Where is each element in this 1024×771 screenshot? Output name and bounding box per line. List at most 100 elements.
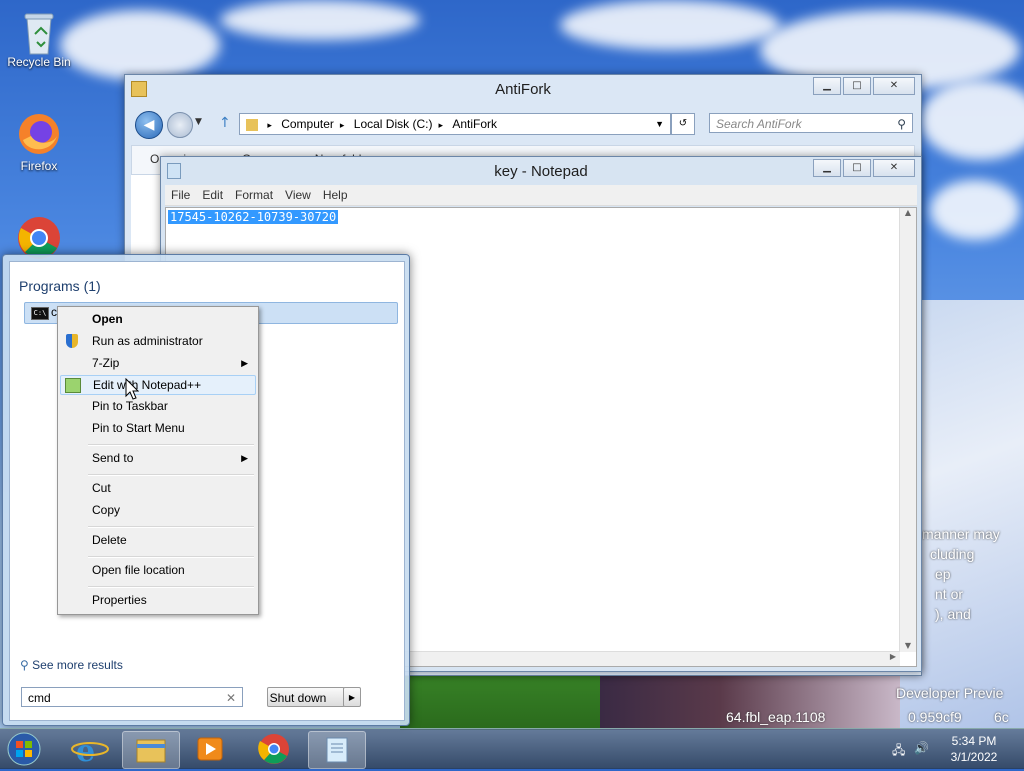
see-more-label: See more results bbox=[32, 658, 123, 672]
watermark-build-2: 64.fbl_eap.1108 bbox=[726, 709, 826, 725]
ctx-separator bbox=[88, 556, 254, 558]
ctx-properties-label: Properties bbox=[92, 593, 147, 607]
ctx-edit-notepadpp-label: Edit with Notepad++ bbox=[93, 378, 202, 392]
minimize-button[interactable]: ▁ bbox=[813, 77, 841, 95]
watermark-build-4: 6c bbox=[994, 709, 1009, 725]
scroll-down-icon[interactable]: ▼ bbox=[900, 641, 916, 650]
close-button[interactable]: ✕ bbox=[873, 159, 915, 177]
cmd-icon: C:\ bbox=[31, 307, 49, 320]
firefox-icon bbox=[17, 112, 61, 156]
scroll-up-icon[interactable]: ▲ bbox=[900, 208, 916, 217]
ctx-7zip-label: 7-Zip bbox=[92, 356, 120, 370]
search-input[interactable]: Search AntiFork ⚲ bbox=[709, 113, 913, 133]
menu-help[interactable]: Help bbox=[317, 185, 354, 205]
watermark-text-2: cluding bbox=[930, 546, 975, 562]
ctx-open[interactable]: Open bbox=[60, 309, 256, 329]
ctx-cut-label: Cut bbox=[92, 481, 111, 495]
menu-edit[interactable]: Edit bbox=[196, 185, 229, 205]
ctx-open-file-location-label: Open file location bbox=[92, 563, 185, 577]
notepad-titlebar[interactable]: key - Notepad ▁ □ ✕ bbox=[161, 157, 921, 185]
watermark-text-5: ), and bbox=[935, 606, 971, 622]
mouse-cursor bbox=[125, 377, 140, 403]
uac-shield-icon bbox=[66, 334, 78, 348]
shutdown-options-arrow[interactable]: ▶ bbox=[343, 687, 361, 707]
desktop-recycle-bin[interactable]: Recycle Bin bbox=[4, 8, 74, 69]
see-more-results-link[interactable]: ⚲ See more results bbox=[20, 658, 123, 672]
history-dropdown[interactable]: ▼ bbox=[195, 117, 202, 127]
start-search-input[interactable]: cmd ✕ bbox=[21, 687, 243, 707]
ctx-send-to-label: Send to bbox=[92, 451, 134, 465]
ctx-pin-start-label: Pin to Start Menu bbox=[92, 421, 185, 435]
watermark-text-4: nt or bbox=[935, 586, 964, 602]
ctx-send-to[interactable]: Send to ▶ bbox=[60, 448, 256, 468]
start-search-value: cmd bbox=[28, 691, 51, 705]
chrome-icon bbox=[258, 734, 289, 764]
ctx-7zip[interactable]: 7-Zip ▶ bbox=[60, 353, 256, 373]
notepad-selected-text[interactable]: 17545-10262-10739-30720 bbox=[168, 210, 339, 224]
up-arrow-icon[interactable]: ↑ bbox=[219, 115, 231, 131]
back-button[interactable]: ◀ bbox=[135, 111, 163, 139]
ctx-cut[interactable]: Cut bbox=[60, 478, 256, 498]
shutdown-label: Shut down bbox=[269, 691, 327, 705]
taskbar-ie[interactable]: e bbox=[62, 731, 118, 769]
explorer-titlebar[interactable]: AntiFork ▁ □ ✕ bbox=[125, 75, 921, 103]
ctx-separator bbox=[88, 526, 254, 528]
ctx-open-file-location[interactable]: Open file location bbox=[60, 560, 256, 580]
close-button[interactable]: ✕ bbox=[873, 77, 915, 95]
breadcrumb-antifork[interactable]: AntiFork bbox=[452, 117, 497, 131]
start-orb-icon bbox=[7, 732, 41, 766]
system-clock[interactable]: 5:34 PM 3/1/2022 bbox=[946, 733, 1002, 765]
watermark-build-1: Developer Previe bbox=[896, 685, 1004, 701]
taskbar-notepad[interactable] bbox=[308, 731, 366, 769]
ctx-edit-notepadpp[interactable]: Edit with Notepad++ bbox=[60, 375, 256, 395]
ctx-pin-taskbar[interactable]: Pin to Taskbar bbox=[60, 396, 256, 416]
menu-format[interactable]: Format bbox=[229, 185, 279, 205]
address-bar[interactable]: ▸ Computer ▸ Local Disk (C:) ▸ AntiFork ▼ bbox=[239, 113, 671, 135]
menu-file[interactable]: File bbox=[165, 185, 196, 205]
windows-explorer-icon bbox=[136, 739, 166, 763]
ctx-separator bbox=[88, 444, 254, 446]
search-placeholder: Search AntiFork bbox=[716, 117, 802, 131]
address-dropdown-icon[interactable]: ▼ bbox=[655, 114, 664, 134]
ctx-run-as-admin-label: Run as administrator bbox=[92, 334, 203, 348]
clear-search-icon[interactable]: ✕ bbox=[226, 688, 236, 708]
forward-button[interactable] bbox=[167, 112, 193, 138]
watermark-build-3: 0.959cf9 bbox=[908, 709, 962, 725]
firefox-label: Firefox bbox=[20, 159, 58, 173]
notepad-menubar: File Edit Format View Help bbox=[165, 185, 917, 206]
ctx-properties[interactable]: Properties bbox=[60, 590, 256, 610]
internet-explorer-icon: e bbox=[71, 734, 109, 769]
programs-header: Programs (1) bbox=[19, 278, 101, 294]
notepad-icon bbox=[326, 737, 348, 763]
volume-icon[interactable]: 🔊 bbox=[914, 741, 929, 755]
ctx-copy[interactable]: Copy bbox=[60, 500, 256, 520]
breadcrumb-computer[interactable]: Computer bbox=[281, 117, 334, 131]
submenu-arrow-icon: ▶ bbox=[241, 358, 248, 368]
scroll-right-icon[interactable]: ▶ bbox=[890, 652, 896, 661]
refresh-button[interactable]: ↺ bbox=[671, 113, 695, 135]
taskbar-explorer[interactable] bbox=[122, 731, 180, 769]
minimize-button[interactable]: ▁ bbox=[813, 159, 841, 177]
context-menu: Open Run as administrator 7-Zip ▶ Edit wi… bbox=[57, 306, 259, 615]
breadcrumb-local-disk[interactable]: Local Disk (C:) bbox=[354, 117, 433, 131]
ctx-run-as-admin[interactable]: Run as administrator bbox=[60, 331, 256, 351]
taskbar-media-player[interactable] bbox=[182, 731, 238, 767]
clock-time: 5:34 PM bbox=[951, 734, 997, 748]
shutdown-button[interactable]: Shut down bbox=[267, 687, 345, 707]
vertical-scrollbar[interactable]: ▲ ▼ bbox=[899, 208, 916, 652]
ctx-pin-start[interactable]: Pin to Start Menu bbox=[60, 418, 256, 438]
submenu-arrow-icon: ▶ bbox=[241, 453, 248, 463]
maximize-button[interactable]: □ bbox=[843, 77, 871, 95]
menu-view[interactable]: View bbox=[279, 185, 317, 205]
desktop-firefox[interactable]: Firefox bbox=[4, 112, 74, 173]
ctx-delete[interactable]: Delete bbox=[60, 530, 256, 550]
explorer-title: AntiFork bbox=[495, 81, 551, 98]
notepadpp-icon bbox=[65, 378, 81, 393]
maximize-button[interactable]: □ bbox=[843, 159, 871, 177]
network-icon[interactable]: 🖧 bbox=[892, 741, 905, 762]
ctx-copy-label: Copy bbox=[92, 503, 121, 517]
recycle-bin-label: Recycle Bin bbox=[7, 55, 71, 69]
taskbar-chrome[interactable] bbox=[246, 731, 302, 767]
start-button[interactable] bbox=[2, 731, 50, 767]
search-icon: ⚲ bbox=[20, 658, 29, 672]
